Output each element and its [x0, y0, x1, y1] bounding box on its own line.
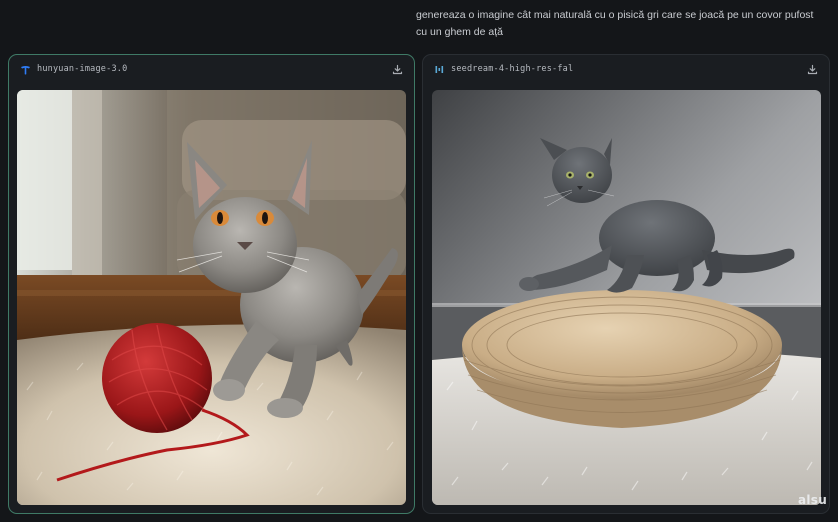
- card-header: seedream-4-high-res-fal: [423, 55, 829, 83]
- generated-image[interactable]: [17, 90, 406, 505]
- card-header: hunyuan-image-3.0: [9, 55, 414, 83]
- model-name: seedream-4-high-res-fal: [451, 64, 574, 74]
- watermark-text: alsu: [798, 493, 828, 507]
- generated-image[interactable]: [432, 90, 821, 505]
- hunyuan-logo-icon: [19, 63, 31, 75]
- model-name: hunyuan-image-3.0: [37, 64, 128, 74]
- comparison-view: genereaza o imagine cât mai naturală cu …: [0, 0, 838, 522]
- download-icon[interactable]: [390, 62, 404, 76]
- download-icon[interactable]: [805, 62, 819, 76]
- result-card-hunyuan[interactable]: hunyuan-image-3.0: [8, 54, 415, 514]
- seedream-logo-icon: [433, 63, 445, 75]
- result-card-seedream[interactable]: seedream-4-high-res-fal: [422, 54, 830, 514]
- user-prompt: genereaza o imagine cât mai naturală cu …: [416, 9, 814, 38]
